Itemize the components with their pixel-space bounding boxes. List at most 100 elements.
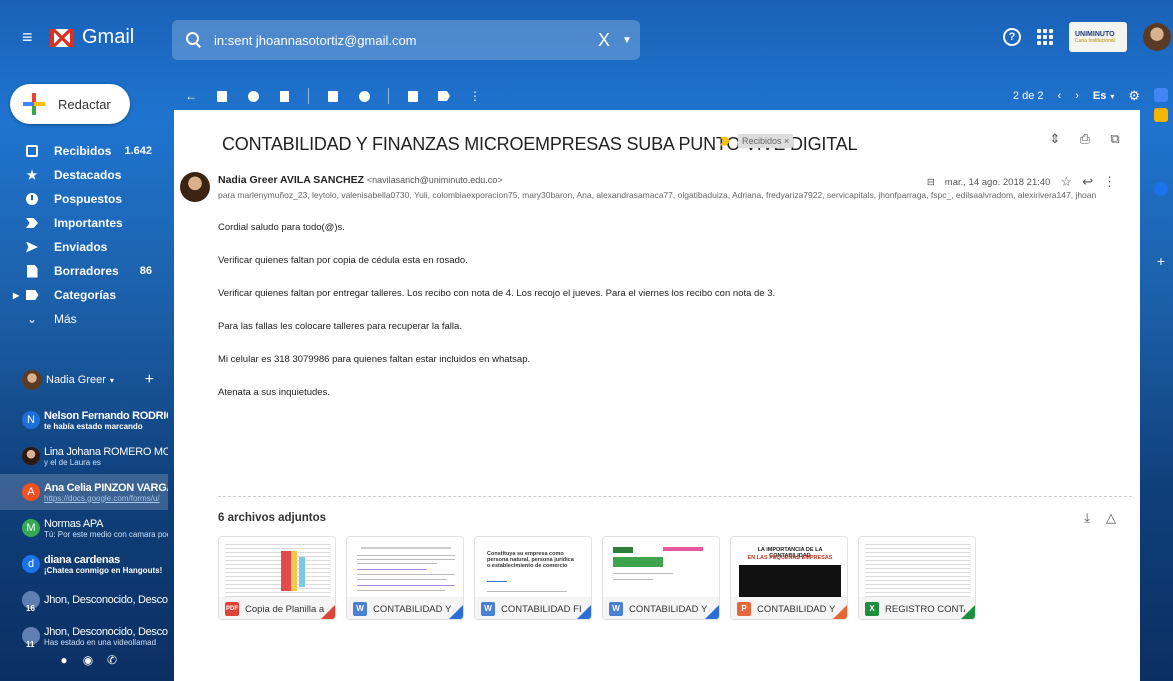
print-icon[interactable]: ⎙	[1078, 132, 1092, 146]
search-icon[interactable]	[186, 32, 202, 48]
hangouts-user[interactable]: Nadia Greer ▾ +	[0, 368, 168, 392]
contact-avatar	[22, 447, 40, 465]
back-arrow-icon[interactable]: ←	[184, 89, 198, 103]
inbox-icon	[26, 145, 38, 157]
snooze-button[interactable]	[357, 89, 371, 103]
save-to-drive-icon[interactable]: △	[1106, 510, 1116, 526]
important-marker-icon[interactable]	[720, 136, 730, 146]
expand-caret-icon[interactable]: ▶	[13, 291, 19, 300]
sidebar-item-important[interactable]: Importantes	[0, 211, 168, 235]
sidebar-item-label: Pospuestos	[54, 192, 123, 206]
more-options-icon[interactable]: ⋮	[1103, 174, 1116, 190]
attachment-name: CONTABILIDAD Y F...	[757, 603, 837, 615]
archive-button[interactable]	[215, 89, 229, 103]
sidebar-item-sent[interactable]: Enviados	[0, 235, 168, 259]
contact-item[interactable]: 16 Jhon, Desconocido, Desconoc	[0, 582, 168, 618]
main-menu-icon[interactable]: ≡	[22, 28, 40, 46]
recipients-list: para marlenymuñoz_23, leytolo, valenisab…	[218, 190, 1097, 200]
word-file-icon: W	[609, 602, 623, 616]
keep-icon[interactable]	[1154, 108, 1168, 122]
contact-item[interactable]: d diana cardenas ¡Chatea conmigo en Hang…	[0, 546, 168, 582]
body-paragraph: Verificar quienes faltan por entregar ta…	[218, 288, 776, 299]
attachment-preview	[347, 537, 463, 597]
sidebar-item-more[interactable]: ⌄ Más	[0, 307, 168, 331]
label-icon	[25, 290, 39, 300]
attachment-name: REGISTRO CONTA...	[885, 603, 965, 615]
more-options-icon[interactable]: ⋮	[468, 89, 482, 103]
settings-gear-icon[interactable]: ⚙	[1128, 88, 1140, 104]
attachment-preview	[219, 537, 335, 597]
attachment-card[interactable]: X REGISTRO CONTA...	[858, 536, 976, 620]
download-all-icon[interactable]: ⤓	[1084, 510, 1090, 526]
chat-icon[interactable]: ◉	[82, 654, 94, 666]
trash-icon	[279, 90, 289, 102]
mail-icon	[328, 90, 338, 102]
sidebar-item-inbox[interactable]: Recibidos 1.642	[0, 139, 168, 163]
gmail-logo[interactable]: Gmail	[50, 26, 134, 49]
chevron-down-icon: ⌄	[26, 312, 38, 326]
mark-unread-button[interactable]	[326, 89, 340, 103]
contact-item[interactable]: 11 Jhon, Desconocido, Desconoc Has estad…	[0, 618, 168, 654]
help-icon[interactable]: ?	[1003, 28, 1021, 46]
new-conversation-icon[interactable]: +	[145, 371, 154, 389]
move-to-button[interactable]	[406, 89, 420, 103]
word-file-icon: W	[353, 602, 367, 616]
attachment-card[interactable]: W CONTABILIDAD Y F...	[346, 536, 464, 620]
delete-button[interactable]	[277, 89, 291, 103]
org-logo[interactable]: UNIMINUTO Cuna Institucional	[1069, 22, 1127, 52]
body-paragraph: Verificar quienes faltan por copia de cé…	[218, 255, 468, 266]
sidebar-item-label: Importantes	[54, 216, 123, 230]
calendar-icon[interactable]	[1154, 88, 1168, 102]
sidebar-item-categories[interactable]: ▶ Categorías	[0, 283, 168, 307]
label-chip-inbox[interactable]: Recibidos ×	[738, 134, 794, 148]
search-options-icon[interactable]: ▼	[614, 35, 640, 46]
star-icon[interactable]: ☆	[1060, 174, 1072, 190]
next-icon[interactable]: ›	[1075, 90, 1079, 102]
person-icon[interactable]: ●	[58, 654, 70, 666]
body-paragraph: Para las fallas les colocare talleres pa…	[218, 321, 462, 332]
contact-item[interactable]: Lina Johana ROMERO MORE y el de Laura es	[0, 438, 168, 474]
contact-message-link[interactable]: https://docs.google.com/forms/u/	[44, 494, 168, 503]
add-addon-icon[interactable]: +	[1154, 254, 1168, 268]
chevron-down-icon[interactable]: ▾	[110, 376, 114, 385]
apps-grid-icon[interactable]	[1037, 29, 1053, 45]
sidebar-item-snoozed[interactable]: Pospuestos	[0, 187, 168, 211]
attachment-card[interactable]: Constituya su empresa como persona natur…	[474, 536, 592, 620]
email-view: CONTABILIDAD Y FINANZAS MICROEMPRESAS SU…	[174, 110, 1140, 681]
sender-avatar[interactable]	[180, 172, 210, 202]
attachment-card[interactable]: W CONTABILIDAD Y F...	[602, 536, 720, 620]
contact-item[interactable]: N Nelson Fernando RODRIGUI te había esta…	[0, 402, 168, 438]
chevron-down-icon[interactable]: ▾	[1110, 92, 1114, 101]
attachment-card[interactable]: LA IMPORTANCIA DE LA CONTABILIDAD EN LAS…	[730, 536, 848, 620]
hangouts-user-name: Nadia Greer	[46, 374, 106, 386]
gmail-m-icon	[50, 28, 74, 47]
attachment-card[interactable]: PDF Copia de Planilla a...	[218, 536, 336, 620]
attachments-list: PDF Copia de Planilla a... W CONTABILIDA…	[218, 536, 976, 620]
expand-all-icon[interactable]: ⇕	[1048, 132, 1062, 146]
previous-icon[interactable]: ‹	[1058, 90, 1062, 102]
draft-icon	[26, 264, 38, 278]
labels-button[interactable]	[437, 89, 451, 103]
input-language-button[interactable]: Es	[1093, 90, 1106, 102]
contact-item[interactable]: A Ana Celia PINZON VARGAS https://docs.g…	[0, 474, 168, 510]
report-spam-button[interactable]	[246, 89, 260, 103]
account-avatar[interactable]	[1143, 23, 1171, 51]
open-new-window-icon[interactable]: ⧉	[1108, 132, 1122, 146]
preview-subtitle: EN LAS PEQUEÑAS EMPRESAS	[747, 555, 833, 561]
main-panel: ← ⋮ 2 de 2 ‹ › Es ▾ ⚙ CONTABILIDAD Y FIN…	[174, 84, 1140, 681]
org-subtitle: Cuna Institucional	[1075, 37, 1115, 44]
search-bar[interactable]: in:sent jhoannasotortiz@gmail.com X ▼	[172, 20, 640, 60]
sender-name[interactable]: Nadia Greer AVILA SANCHEZ	[218, 174, 364, 186]
contact-avatar: A	[22, 483, 40, 501]
attachment-name: CONTABILIDAD Y F...	[629, 603, 709, 615]
search-input[interactable]: in:sent jhoannasotortiz@gmail.com	[214, 33, 594, 48]
sidebar-item-starred[interactable]: ★ Destacados	[0, 163, 168, 187]
sidebar-item-drafts[interactable]: Borradores 86	[0, 259, 168, 283]
phone-icon[interactable]: ✆	[106, 654, 118, 666]
reply-icon[interactable]: ↩	[1082, 174, 1093, 190]
contact-item[interactable]: M Normas APA Tú: Por este medio con cama…	[0, 510, 168, 546]
sidebar-item-label: Más	[54, 312, 77, 326]
clear-search-icon[interactable]: X	[594, 30, 614, 51]
report-spam-icon	[247, 90, 259, 102]
tasks-icon[interactable]	[1154, 182, 1168, 196]
